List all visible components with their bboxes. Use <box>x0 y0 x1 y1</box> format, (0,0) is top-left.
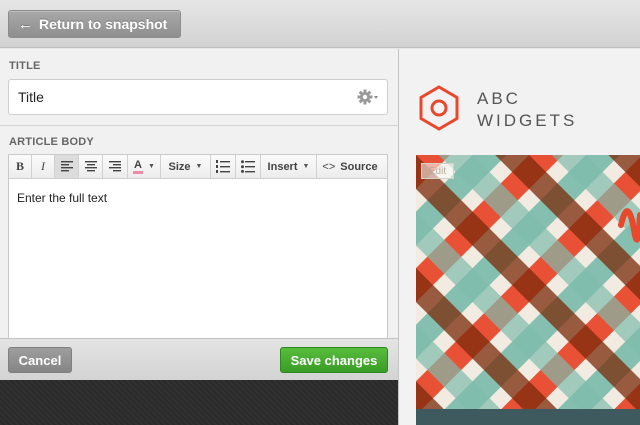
align-right-button[interactable] <box>103 155 128 178</box>
size-label: Size <box>168 160 191 173</box>
return-to-snapshot-label: Return to snapshot <box>39 16 168 32</box>
insert-dropdown[interactable]: Insert ▼ <box>261 155 317 178</box>
bullet-list-icon <box>241 160 255 173</box>
chevron-down-icon: ▼ <box>148 163 155 170</box>
ordered-list-icon <box>216 160 230 173</box>
edit-panel: TITLE Title ARTICLE BODY B I A ▼ Size ▼ … <box>0 49 398 380</box>
size-dropdown[interactable]: Size ▼ <box>161 155 211 178</box>
ordered-list-button[interactable] <box>211 155 236 178</box>
align-center-icon <box>84 161 97 172</box>
title-value: Title <box>18 89 44 105</box>
italic-button[interactable]: I <box>32 155 55 178</box>
align-left-button[interactable] <box>55 155 79 178</box>
return-to-snapshot-button[interactable]: ← Return to snapshot <box>8 10 181 38</box>
source-button[interactable]: <> Source <box>317 155 383 178</box>
form-footer: Cancel Save changes <box>0 338 398 380</box>
editor-toolbar: B I A ▼ Size ▼ Insert ▼ <> Source <box>9 155 387 179</box>
cancel-button[interactable]: Cancel <box>8 347 72 373</box>
title-label: TITLE <box>9 60 41 72</box>
brand-name-line1: ABC <box>477 89 521 108</box>
code-icon: <> <box>322 160 336 173</box>
text-color-icon: A <box>133 159 143 174</box>
chevron-down-icon: ▼ <box>302 163 310 170</box>
dark-background-strip <box>0 380 398 425</box>
brand-name-line2: WIDGETS <box>477 111 578 130</box>
hero-image: Edit <box>416 155 640 425</box>
section-divider <box>0 125 398 126</box>
site-preview: ABC WIDGETS Edit <box>399 49 640 425</box>
arrow-left-icon: ← <box>18 15 33 33</box>
bullet-list-button[interactable] <box>236 155 261 178</box>
bold-button[interactable]: B <box>9 155 32 178</box>
top-bar: ← Return to snapshot <box>0 0 640 48</box>
edit-tag[interactable]: Edit <box>421 163 454 179</box>
align-right-icon <box>109 161 121 172</box>
align-left-icon <box>60 161 73 172</box>
insert-label: Insert <box>267 160 298 173</box>
save-changes-button[interactable]: Save changes <box>280 347 388 373</box>
chevron-down-icon: ▼ <box>195 163 203 170</box>
hexagon-logo-icon <box>419 85 459 131</box>
gear-icon[interactable] <box>357 89 378 105</box>
align-center-button[interactable] <box>79 155 103 178</box>
article-body-label: ARTICLE BODY <box>9 136 94 148</box>
text-color-button[interactable]: A ▼ <box>128 155 161 178</box>
title-input[interactable]: Title <box>8 79 388 115</box>
plaid-pattern-image <box>416 155 640 425</box>
source-label: Source <box>340 160 378 173</box>
editor-content[interactable]: Enter the full text <box>9 179 387 217</box>
